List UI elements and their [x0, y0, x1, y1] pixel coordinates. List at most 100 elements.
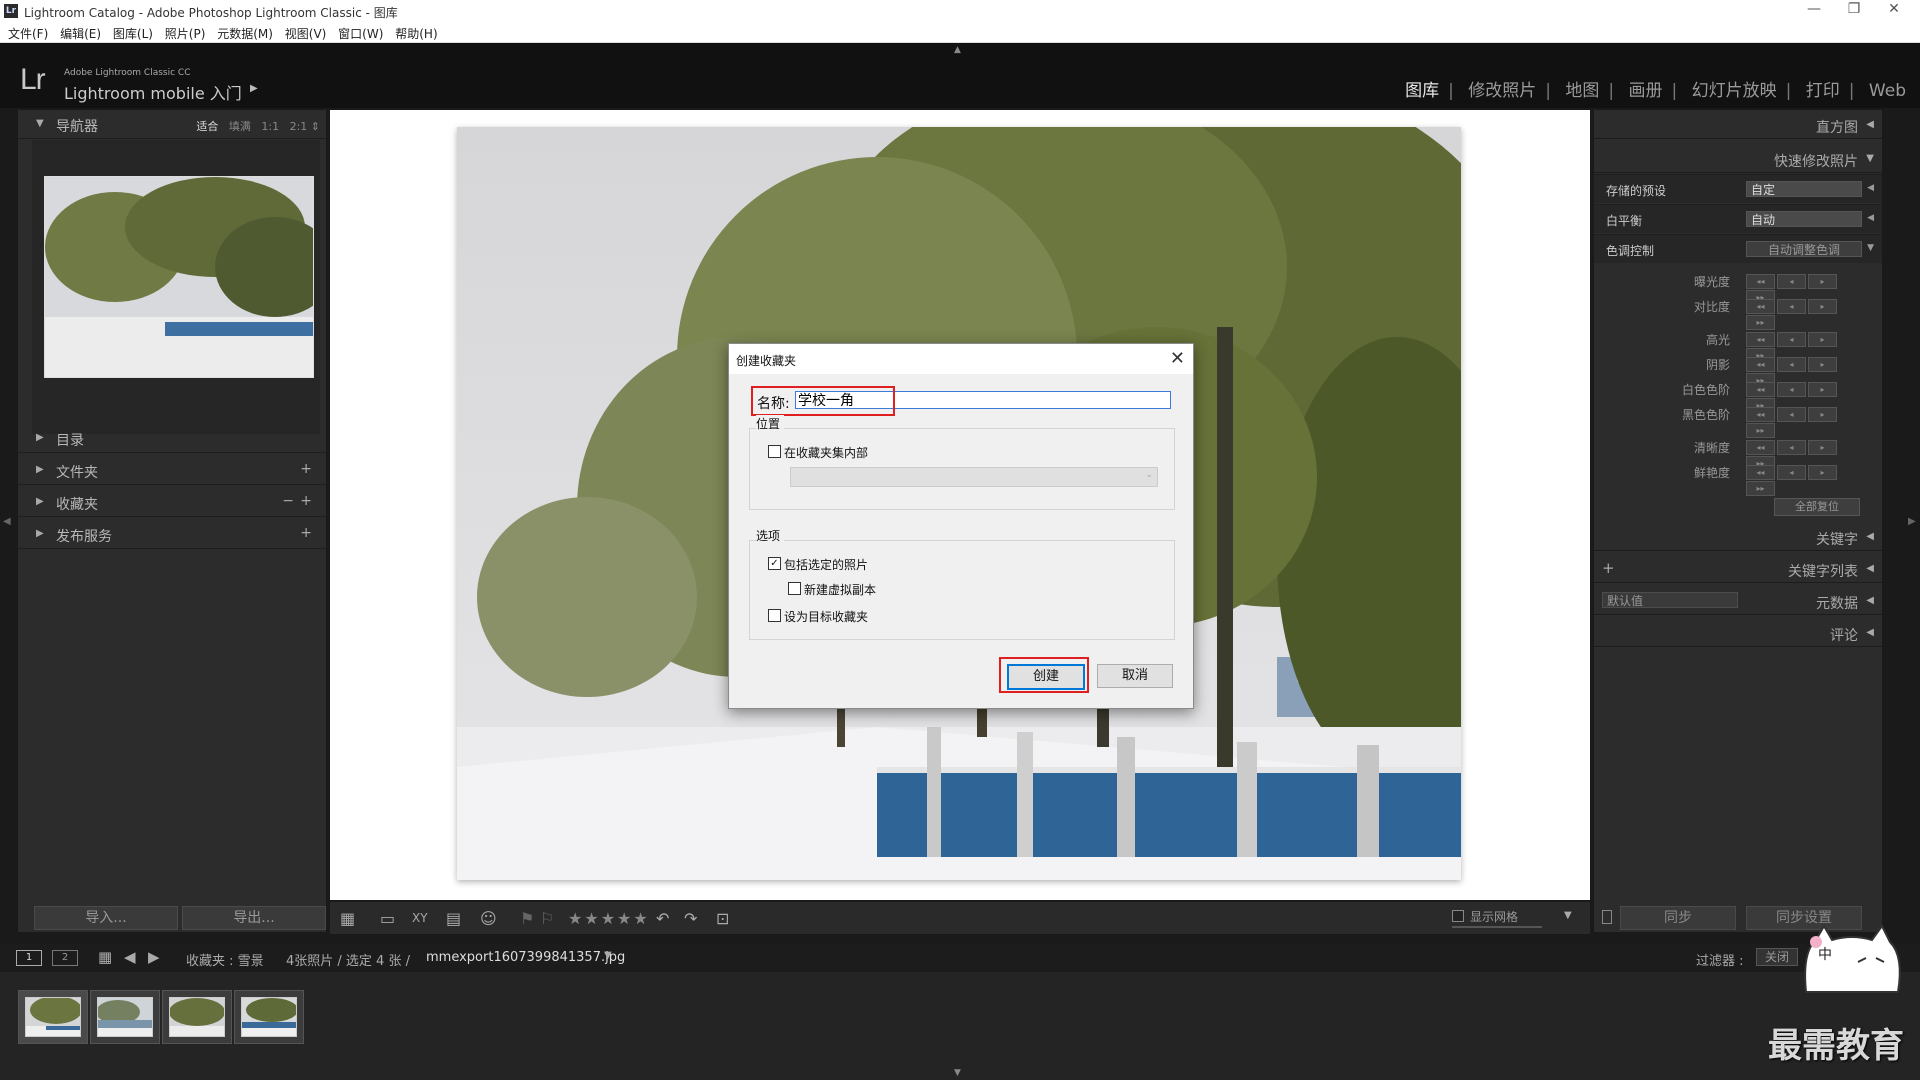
restore-icon[interactable]: ❐ — [1834, 1, 1874, 17]
grid-slider[interactable] — [1452, 926, 1542, 928]
auto-sync-switch-icon[interactable] — [1602, 910, 1612, 924]
primary-window-button[interactable]: 1 — [16, 950, 42, 966]
add-folder-icon[interactable]: + — [300, 461, 312, 477]
filmstrip-thumbnail[interactable] — [90, 990, 160, 1044]
secondary-window-button[interactable]: 2 — [52, 950, 78, 966]
show-grid-checkbox[interactable] — [1452, 910, 1464, 922]
filename-dropdown-icon[interactable]: ▼ — [604, 950, 612, 961]
export-button[interactable]: 导出... — [182, 906, 326, 930]
collapse-filmstrip-icon[interactable]: ▼ — [954, 1068, 961, 1078]
menu-view[interactable]: 视图(V) — [285, 25, 327, 42]
source-label[interactable]: 收藏夹 : 雪景 — [186, 950, 264, 969]
menu-metadata[interactable]: 元数据(M) — [217, 25, 273, 42]
module-library[interactable]: 图库 — [1405, 81, 1439, 101]
saved-preset-select[interactable]: 自定 — [1746, 181, 1862, 197]
collapse-left-panel-icon[interactable]: ◀ — [3, 516, 11, 527]
include-selected-checkbox[interactable]: ✓ — [768, 557, 781, 570]
grid-view-icon[interactable]: ▦ — [340, 909, 355, 928]
auto-tone-button[interactable]: 自动调整色调 — [1746, 241, 1862, 257]
flag-icon[interactable]: ⚑ — [520, 909, 534, 928]
menu-help[interactable]: 帮助(H) — [395, 25, 437, 42]
compare-view-icon[interactable]: XY — [412, 911, 428, 925]
vibrance-buttons[interactable]: ◂◂ ◂ ▸▸▸ — [1746, 464, 1864, 496]
module-print[interactable]: 打印 — [1806, 81, 1840, 101]
close-icon[interactable]: ✕ — [1170, 348, 1185, 369]
menu-window[interactable]: 窗口(W) — [338, 25, 383, 42]
remove-collection-icon[interactable]: − — [282, 493, 294, 509]
ime-cat-badge[interactable]: 中 — [1796, 922, 1908, 1000]
zoom-fill[interactable]: 填满 — [229, 120, 251, 133]
module-develop[interactable]: 修改照片 — [1468, 81, 1536, 101]
new-virtual-copies-checkbox[interactable] — [788, 582, 801, 595]
filter-select[interactable]: 关闭 — [1756, 948, 1798, 966]
set-target-checkbox[interactable] — [768, 609, 781, 622]
keywording-header[interactable]: 关键字 ◀ — [1594, 524, 1882, 551]
folders-header[interactable]: ▶ 文件夹 + — [18, 458, 326, 485]
histogram-header[interactable]: 直方图 ◀ — [1594, 112, 1882, 139]
play-arrow-icon[interactable]: ▶ — [250, 83, 258, 94]
grid-icon[interactable]: ▦ — [98, 948, 112, 966]
star-rating[interactable]: ★★★★★ — [568, 909, 650, 928]
exposure-buttons[interactable]: ◂◂ ◂ ▸▸▸ — [1746, 273, 1864, 305]
quick-develop-header[interactable]: 快速修改照片 ▼ — [1594, 146, 1882, 173]
comments-header[interactable]: 评论 ◀ — [1594, 620, 1882, 647]
inside-set-checkbox[interactable] — [768, 445, 781, 458]
collection-set-select[interactable]: ⌄ — [790, 467, 1158, 487]
loupe-view-icon[interactable]: ▭ — [380, 909, 395, 928]
clarity-buttons[interactable]: ◂◂ ◂ ▸▸▸ — [1746, 439, 1864, 471]
rotate-right-icon[interactable]: ↷ — [684, 909, 697, 928]
module-map[interactable]: 地图 — [1565, 81, 1599, 101]
whites-buttons[interactable]: ◂◂ ◂ ▸▸▸ — [1746, 381, 1864, 413]
shadows-buttons[interactable]: ◂◂ ◂ ▸▸▸ — [1746, 356, 1864, 388]
zoom-2-1[interactable]: 2:1 — [290, 120, 308, 133]
keyword-list-header[interactable]: + 关键字列表 ◀ — [1594, 556, 1882, 583]
catalog-header[interactable]: ▶ 目录 — [18, 426, 326, 453]
menu-edit[interactable]: 编辑(E) — [60, 25, 101, 42]
add-keyword-icon[interactable]: + — [1602, 559, 1615, 577]
current-filename[interactable]: mmexport1607399841357.jpg — [426, 950, 625, 965]
menu-file[interactable]: 文件(F) — [8, 25, 48, 42]
triangle-left-icon[interactable]: ◀ — [1867, 183, 1874, 193]
menu-library[interactable]: 图库(L) — [113, 25, 153, 42]
metadata-header[interactable]: 默认值 元数据 ◀ — [1594, 588, 1882, 615]
survey-view-icon[interactable]: ▤ — [446, 909, 461, 928]
white-balance-select[interactable]: 自动 — [1746, 211, 1862, 227]
toolbar-menu-icon[interactable]: ▼ — [1564, 910, 1572, 921]
back-arrow-icon[interactable]: ◀ — [124, 948, 136, 966]
highlights-buttons[interactable]: ◂◂ ◂ ▸▸▸ — [1746, 331, 1864, 363]
contrast-buttons[interactable]: ◂◂ ◂ ▸▸▸ — [1746, 298, 1864, 330]
filmstrip-thumbnail[interactable] — [18, 990, 88, 1044]
blacks-buttons[interactable]: ◂◂ ◂ ▸▸▸ — [1746, 406, 1864, 438]
filmstrip-thumbnail[interactable] — [234, 990, 304, 1044]
publish-services-header[interactable]: ▶ 发布服务 + — [18, 522, 326, 549]
module-web[interactable]: Web — [1869, 81, 1906, 101]
rotate-left-icon[interactable]: ↶ — [656, 909, 669, 928]
zoom-stepper-icon[interactable]: ⇕ — [311, 120, 320, 133]
cancel-button[interactable]: 取消 — [1097, 664, 1173, 688]
forward-arrow-icon[interactable]: ▶ — [148, 948, 160, 966]
people-view-icon[interactable]: ☺ — [480, 909, 497, 928]
module-slideshow[interactable]: 幻灯片放映 — [1692, 81, 1777, 101]
module-book[interactable]: 画册 — [1629, 81, 1663, 101]
navigator-header[interactable]: ▼ 导航器 适合 填满 1:1 2:1 ⇕ — [18, 112, 326, 139]
crop-overlay-icon[interactable]: ⊡ — [716, 909, 729, 928]
import-button[interactable]: 导入... — [34, 906, 178, 930]
triangle-left-icon[interactable]: ◀ — [1867, 213, 1874, 223]
add-collection-icon[interactable]: + — [300, 493, 312, 509]
menu-photo[interactable]: 照片(P) — [165, 25, 206, 42]
sync-button[interactable]: 同步 — [1620, 906, 1736, 930]
navigator-thumbnail[interactable] — [44, 176, 314, 378]
close-window-icon[interactable]: ✕ — [1874, 1, 1914, 17]
minimize-icon[interactable]: — — [1794, 1, 1834, 17]
filmstrip-thumbnail[interactable] — [162, 990, 232, 1044]
reset-all-button[interactable]: 全部复位 — [1774, 498, 1860, 516]
metadata-preset-select[interactable]: 默认值 — [1602, 592, 1738, 608]
add-publish-service-icon[interactable]: + — [300, 525, 312, 541]
zoom-1-1[interactable]: 1:1 — [261, 120, 279, 133]
collapse-top-panel-icon[interactable]: ▲ — [954, 45, 961, 55]
zoom-fit[interactable]: 适合 — [196, 120, 218, 133]
identity-plate[interactable]: Lightroom mobile 入门 — [64, 80, 242, 104]
triangle-down-icon[interactable]: ▼ — [1867, 243, 1874, 253]
collections-header[interactable]: ▶ 收藏夹 − + — [18, 490, 326, 517]
reject-flag-icon[interactable]: ⚐ — [540, 909, 554, 928]
